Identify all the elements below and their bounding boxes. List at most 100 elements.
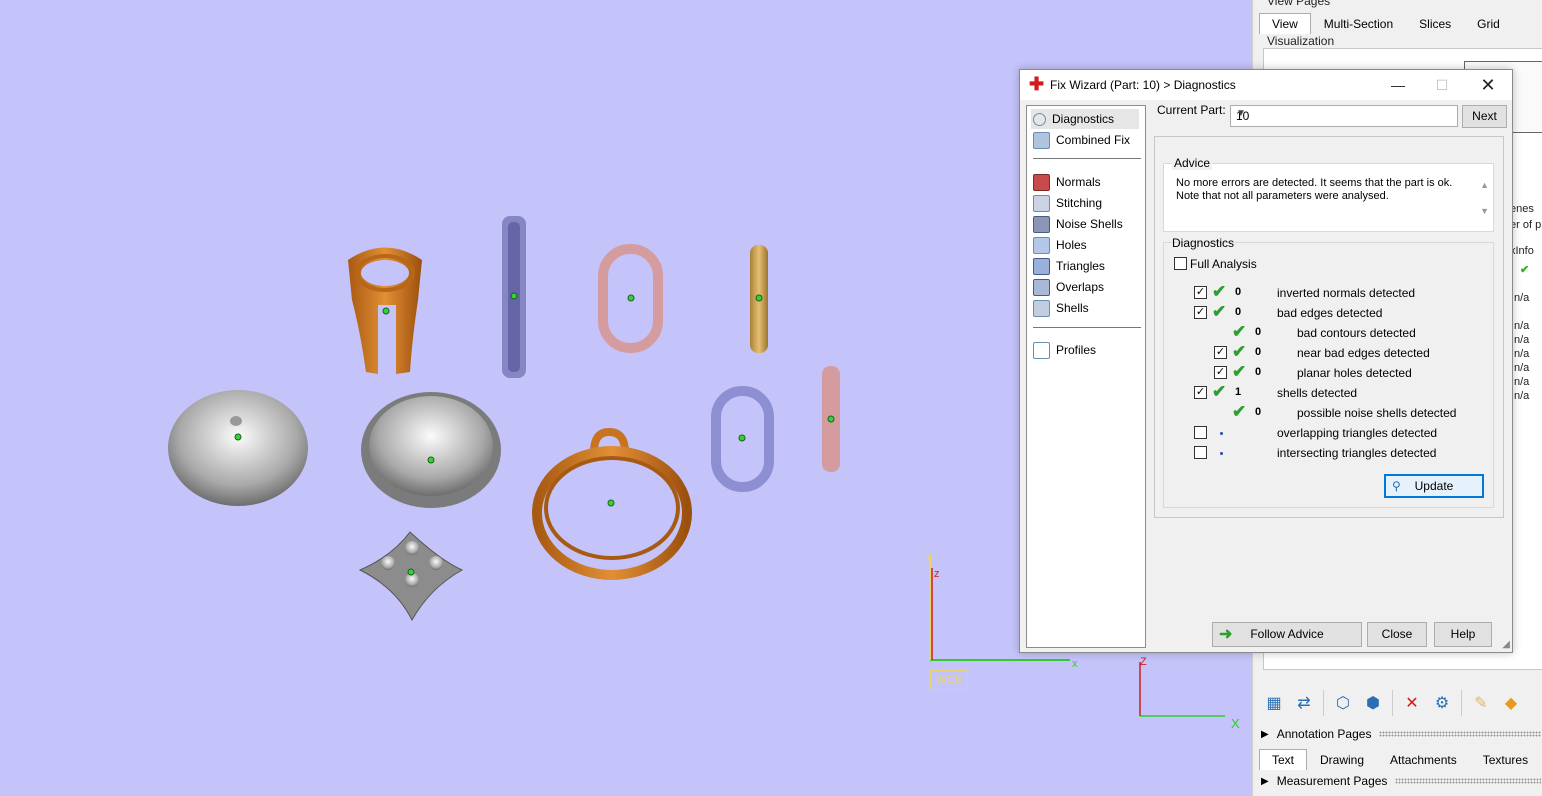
row-checkbox[interactable]: ✓	[1194, 386, 1207, 399]
info-value: n/a	[1514, 362, 1530, 374]
wcs-label: WCS	[930, 670, 968, 690]
update-label: Update	[1414, 479, 1454, 493]
repair-part-icon[interactable]: ⚙	[1429, 690, 1455, 716]
tab-slices[interactable]: Slices	[1406, 13, 1464, 35]
tab-view[interactable]: View	[1259, 13, 1311, 34]
nav-item-combined-fix[interactable]: Combined Fix	[1033, 130, 1130, 150]
tab-textures[interactable]: Textures	[1470, 749, 1541, 771]
nav-label: Overlaps	[1056, 280, 1105, 294]
nav-item-diagnostics[interactable]: Diagnostics	[1031, 109, 1139, 129]
axis-x-label: x	[1072, 658, 1078, 670]
current-part-select[interactable]: 10 ▼	[1230, 105, 1458, 127]
info-value: n/a	[1514, 376, 1530, 388]
row-count: 0	[1255, 346, 1262, 358]
part-silver-bowl	[361, 392, 501, 508]
chevron-down-icon: ▼	[1236, 108, 1246, 119]
info-value: n/a	[1514, 334, 1530, 346]
row-label: near bad edges detected	[1297, 346, 1430, 360]
row-checkbox[interactable]	[1194, 446, 1207, 459]
part-orange-ring-mount	[348, 247, 422, 374]
row-checkbox[interactable]	[1194, 426, 1207, 439]
close-icon[interactable]: ✕	[1466, 72, 1510, 98]
tab-multi-section[interactable]: Multi-Section	[1311, 13, 1406, 35]
combined-fix-icon	[1033, 131, 1050, 149]
nav-item-shells[interactable]: Shells	[1033, 298, 1089, 318]
advice-title: Advice	[1172, 156, 1213, 170]
close-button[interactable]: Close	[1367, 622, 1427, 647]
row-checkbox[interactable]: ✓	[1194, 286, 1207, 299]
shells-icon	[1033, 299, 1050, 317]
tab-text[interactable]: Text	[1259, 749, 1308, 770]
wizard-nav: Diagnostics Combined Fix Normals Stitchi…	[1026, 105, 1146, 648]
part-star-setting	[358, 531, 464, 622]
nav-item-holes[interactable]: Holes	[1033, 235, 1087, 255]
fix-wizard-icon: ✚	[1029, 74, 1045, 94]
nav-item-stitching[interactable]: Stitching	[1033, 193, 1102, 213]
resize-grip-icon[interactable]: ◢	[1502, 639, 1510, 650]
next-button[interactable]: Next	[1462, 105, 1507, 128]
nav-label: Triangles	[1056, 259, 1105, 273]
measure-icon[interactable]: ✎	[1468, 690, 1494, 716]
nav-label: Normals	[1056, 175, 1101, 189]
row-count: 1	[1235, 386, 1242, 398]
tab-grid[interactable]: Grid	[1464, 13, 1513, 35]
status-ok-icon: ✔	[1212, 382, 1227, 401]
title-bar[interactable]: ✚ Fix Wizard (Part: 10) > Diagnostics — …	[1020, 70, 1512, 100]
view-tabs: View Multi-Section Slices Grid	[1259, 13, 1513, 35]
tab-drawing[interactable]: Drawing	[1307, 749, 1377, 771]
maximize-icon[interactable]: ☐	[1420, 72, 1464, 98]
full-analysis-checkbox[interactable]	[1174, 257, 1187, 270]
part-pink-link	[598, 244, 663, 353]
part-orange-bezel	[532, 427, 692, 580]
row-label: possible noise shells detected	[1297, 406, 1457, 420]
row-count: 0	[1255, 326, 1262, 338]
duplicate-part-icon[interactable]: ⬢	[1360, 690, 1386, 716]
add-part-icon[interactable]: ⬡	[1330, 690, 1356, 716]
status-ok-icon: ✔	[1232, 362, 1247, 381]
info-value: n/a	[1514, 390, 1530, 402]
follow-advice-button[interactable]: ➜ Follow Advice	[1212, 622, 1362, 647]
delete-part-icon[interactable]: ✕	[1399, 690, 1425, 716]
row-checkbox[interactable]: ✓	[1194, 306, 1207, 319]
profiles-icon	[1033, 341, 1050, 359]
row-checkbox[interactable]: ✓	[1214, 346, 1227, 359]
nav-item-normals[interactable]: Normals	[1033, 172, 1101, 192]
annotation-pages-section[interactable]: ▶ Annotation Pages	[1261, 727, 1541, 741]
secondary-axes	[1139, 662, 1225, 717]
full-analysis-label: Full Analysis	[1190, 257, 1257, 271]
row-label: overlapping triangles detected	[1277, 426, 1438, 440]
view-pages-header[interactable]: View Pages	[1267, 0, 1330, 8]
nav-item-overlaps[interactable]: Overlaps	[1033, 277, 1104, 297]
update-button[interactable]: ⚲ Update	[1384, 474, 1484, 498]
dialog-title: Fix Wizard (Part: 10) > Diagnostics	[1050, 78, 1236, 92]
status-pending-icon	[1220, 452, 1223, 455]
advice-scrollbar[interactable]: ▲ ▼	[1480, 172, 1489, 224]
diagnostics-title: Diagnostics	[1172, 236, 1235, 250]
expand-arrow-icon: ▶	[1261, 775, 1269, 787]
label-icon[interactable]: ◆	[1498, 690, 1524, 716]
invert-selection-icon[interactable]: ⇄	[1291, 690, 1317, 716]
minimize-icon[interactable]: —	[1376, 72, 1420, 98]
axis-y-label: y	[926, 550, 932, 562]
status-pending-icon	[1220, 432, 1223, 435]
row-checkbox[interactable]: ✓	[1214, 366, 1227, 379]
magnifier-icon	[1033, 112, 1046, 126]
advice-box: No more errors are detected. It seems th…	[1163, 163, 1494, 232]
part-blue-link	[711, 386, 774, 492]
nav-item-profiles[interactable]: Profiles	[1033, 340, 1096, 360]
row-count: 0	[1235, 306, 1242, 318]
nav-label: Combined Fix	[1056, 133, 1131, 147]
tab-attachments[interactable]: Attachments	[1377, 749, 1470, 771]
nav-label: Holes	[1056, 238, 1087, 252]
noise-shells-icon	[1033, 215, 1050, 233]
row-label: bad edges detected	[1277, 306, 1383, 320]
measurement-pages-section[interactable]: ▶ Measurement Pages	[1261, 774, 1541, 788]
nav-item-triangles[interactable]: Triangles	[1033, 256, 1105, 276]
row-label: inverted normals detected	[1277, 286, 1416, 300]
select-parts-icon[interactable]: ▦	[1261, 690, 1287, 716]
row-label: planar holes detected	[1297, 366, 1412, 380]
help-button[interactable]: Help	[1434, 622, 1492, 647]
nav-item-noise-shells[interactable]: Noise Shells	[1033, 214, 1123, 234]
follow-advice-label: Follow Advice	[1250, 627, 1324, 641]
row-label: shells detected	[1277, 386, 1358, 400]
